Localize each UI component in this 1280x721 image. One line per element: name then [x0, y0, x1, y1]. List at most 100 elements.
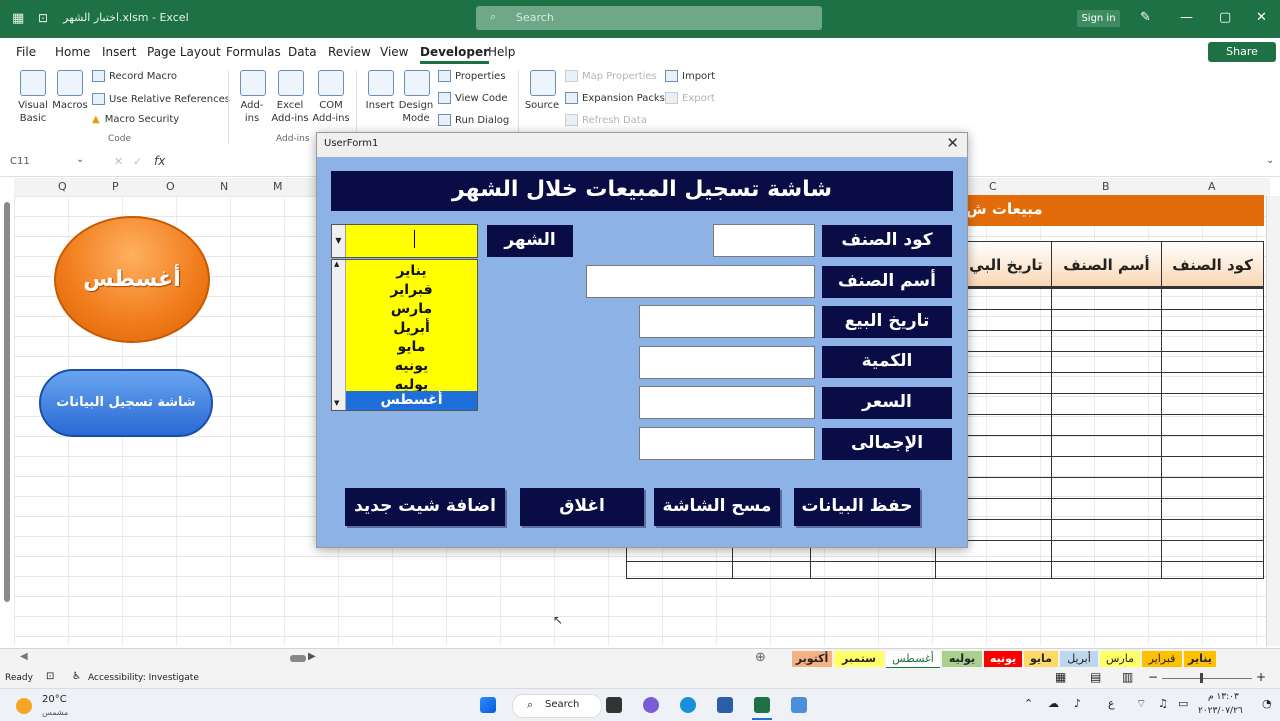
column-header[interactable]: M — [273, 180, 283, 193]
horizontal-scroll-thumb[interactable] — [290, 655, 306, 662]
excel-taskbar-icon[interactable] — [754, 697, 770, 713]
source-button[interactable]: Source — [524, 99, 560, 112]
column-header[interactable]: N — [220, 180, 228, 193]
add-sheet-icon[interactable]: ⊕ — [755, 650, 766, 665]
close-form-button[interactable]: اغلاق — [520, 488, 644, 526]
sheet-tab-february[interactable]: فبراير — [1142, 651, 1182, 667]
item-code-input[interactable] — [713, 224, 815, 257]
column-header[interactable]: O — [166, 180, 175, 193]
list-item[interactable]: مايو — [346, 338, 477, 357]
month-dropdown-list[interactable]: ▲ ▼ يناير فبراير مارس أبريل مايو يونيه ي… — [331, 259, 478, 411]
expansion-packs-button[interactable]: Expansion Packs — [565, 92, 665, 104]
design-mode-button[interactable]: Design Mode — [398, 99, 434, 125]
name-box[interactable]: C11 — [10, 156, 30, 167]
clock-date[interactable]: ٢٠٢٣/٠٧/٢٦ — [1198, 706, 1243, 716]
weather-temperature[interactable]: 20°C — [42, 694, 67, 705]
menu-home[interactable]: Home — [55, 45, 90, 59]
accessibility-icon[interactable]: ♿ — [72, 671, 81, 682]
list-item[interactable]: يونيه — [346, 357, 477, 376]
menu-file[interactable]: File — [16, 45, 36, 59]
menu-help[interactable]: Help — [488, 45, 515, 59]
zoom-slider-thumb[interactable] — [1200, 673, 1203, 683]
windows-start-icon[interactable] — [480, 697, 496, 713]
list-scrollbar[interactable]: ▲ ▼ — [332, 260, 346, 410]
addins-button[interactable]: Add-ins — [234, 99, 270, 125]
close-icon[interactable]: ✕ — [1256, 10, 1267, 25]
run-dialog-button[interactable]: Run Dialog — [438, 114, 509, 126]
restore-icon[interactable]: ▢ — [1219, 10, 1231, 25]
column-header[interactable]: B — [1102, 180, 1110, 193]
macro-record-icon[interactable]: ⊡ — [46, 671, 54, 682]
minimize-icon[interactable]: — — [1180, 10, 1193, 25]
menu-insert[interactable]: Insert — [102, 45, 136, 59]
list-item-selected[interactable]: أغسطس — [346, 391, 477, 410]
cloud-icon[interactable]: ☁ — [1048, 697, 1059, 710]
chevron-up-icon[interactable]: ⌃ — [1024, 697, 1033, 710]
clock-time[interactable]: ١٣:٠٣ م — [1208, 692, 1239, 702]
fx-button[interactable]: fx — [154, 154, 165, 168]
macros-button[interactable]: Macros — [50, 99, 90, 112]
notification-icon[interactable]: ◔ — [1262, 697, 1272, 710]
microphone-icon[interactable]: ♪ — [1074, 697, 1081, 710]
column-header[interactable]: P — [112, 180, 119, 193]
sheet-tab-may[interactable]: مايو — [1024, 651, 1058, 667]
page-break-view-icon[interactable]: ▥ — [1122, 670, 1133, 684]
taskbar-search[interactable]: ⌕ Search — [512, 694, 602, 718]
menu-review[interactable]: Review — [328, 45, 371, 59]
clear-screen-button[interactable]: مسح الشاشة — [654, 488, 780, 526]
normal-view-icon[interactable]: ▦ — [1055, 670, 1066, 684]
share-button[interactable]: Share — [1208, 42, 1276, 62]
list-item[interactable]: يناير — [346, 262, 477, 281]
page-layout-view-icon[interactable]: ▤ — [1090, 670, 1101, 684]
column-header[interactable]: A — [1208, 180, 1216, 193]
store-icon[interactable] — [717, 697, 733, 713]
vertical-scrollbar[interactable] — [3, 192, 12, 612]
scroll-right-icon[interactable]: ▶ — [308, 651, 316, 662]
sheet-tab-september[interactable]: ستمبر — [834, 651, 884, 667]
wifi-icon[interactable]: ⌔ — [1136, 697, 1146, 711]
import-button[interactable]: Import — [665, 70, 715, 82]
quantity-input[interactable] — [639, 346, 815, 379]
chat-icon[interactable] — [643, 697, 659, 713]
visual-basic-button[interactable]: Visual Basic — [12, 99, 54, 125]
sheet-tab-april[interactable]: أبريل — [1060, 651, 1098, 667]
use-relative-references-button[interactable]: Use Relative References — [92, 93, 230, 105]
scroll-down-icon[interactable]: ▼ — [334, 399, 339, 407]
chevron-down-icon[interactable]: ⌄ — [1266, 155, 1274, 166]
add-new-sheet-button[interactable]: اضافة شيت جديد — [345, 488, 505, 526]
menu-page-layout[interactable]: Page Layout — [147, 45, 221, 59]
list-item[interactable]: فبراير — [346, 281, 477, 300]
record-macro-button[interactable]: Record Macro — [92, 70, 177, 82]
sheet-tab-january[interactable]: يناير — [1184, 651, 1216, 667]
scroll-up-icon[interactable]: ▲ — [334, 260, 339, 268]
scrollbar-thumb[interactable] — [4, 202, 10, 602]
sheet-tab-october[interactable]: أكتوبر — [792, 651, 832, 667]
month-oval-shape[interactable]: أغسطس — [54, 216, 210, 343]
sale-date-input[interactable] — [639, 305, 815, 338]
sheet-tab-march[interactable]: مارس — [1100, 651, 1140, 667]
excel-addins-button[interactable]: Excel Add-ins — [270, 99, 310, 125]
chevron-down-icon[interactable]: ⌄ — [76, 154, 84, 165]
total-input[interactable] — [639, 427, 815, 460]
save-data-button[interactable]: حفظ البيانات — [794, 488, 920, 526]
menu-view[interactable]: View — [380, 45, 408, 59]
view-code-button[interactable]: View Code — [438, 92, 508, 104]
zoom-in-icon[interactable]: + — [1256, 670, 1266, 684]
list-item[interactable]: أبريل — [346, 319, 477, 338]
accessibility-status[interactable]: Accessibility: Investigate — [88, 673, 199, 683]
scroll-left-icon[interactable]: ◀ — [20, 651, 28, 662]
com-addins-button[interactable]: COM Add-ins — [310, 99, 352, 125]
sign-in-button[interactable]: Sign in — [1077, 10, 1120, 27]
zoom-slider[interactable] — [1162, 678, 1252, 679]
macro-security-button[interactable]: ▲ Macro Security — [92, 114, 179, 125]
menu-data[interactable]: Data — [288, 45, 317, 59]
column-header[interactable]: Q — [58, 180, 67, 193]
search-box[interactable]: ⌕ Search — [476, 6, 822, 30]
menu-developer[interactable]: Developer — [420, 45, 490, 64]
sheet-tab-june[interactable]: يونيه — [984, 651, 1022, 667]
month-combobox[interactable]: ▼ — [331, 224, 478, 258]
menu-formulas[interactable]: Formulas — [226, 45, 281, 59]
properties-button[interactable]: Properties — [438, 70, 506, 82]
list-item[interactable]: مارس — [346, 300, 477, 319]
autosave-icon[interactable]: ⊡ — [38, 11, 48, 25]
